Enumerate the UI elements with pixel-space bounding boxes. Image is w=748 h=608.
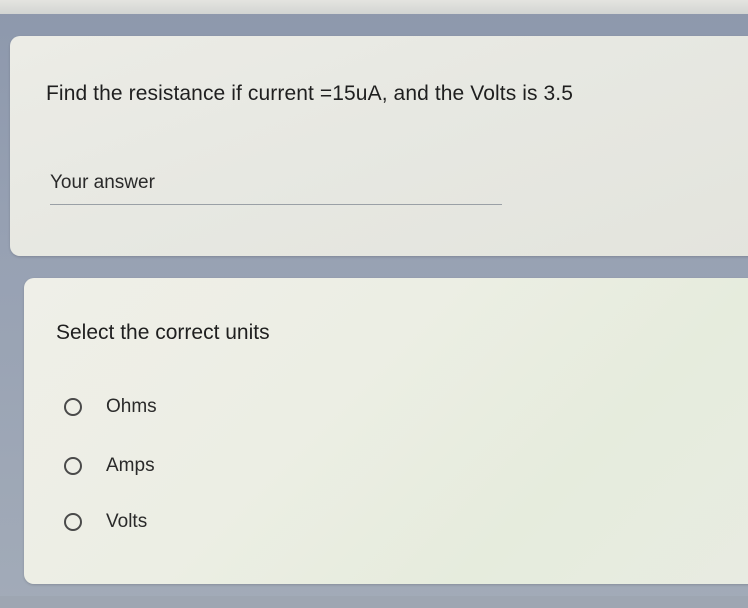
option-label: Amps (106, 455, 155, 476)
answer-input-underline (50, 204, 502, 205)
top-edge (0, 0, 748, 14)
radio-button[interactable] (64, 457, 82, 475)
radio-button[interactable] (64, 398, 82, 416)
bottom-edge (0, 596, 748, 608)
multiple-choice-question-card: Select the correct units Ohms Amps Volts (24, 278, 748, 584)
option-amps[interactable]: Amps (64, 455, 155, 477)
question-title: Find the resistance if current =15uA, an… (46, 82, 574, 105)
short-answer-question-card: Find the resistance if current =15uA, an… (10, 36, 748, 256)
answer-input[interactable]: Your answer (50, 172, 155, 194)
option-label: Ohms (106, 396, 157, 417)
option-label: Volts (106, 511, 148, 532)
option-ohms[interactable]: Ohms (64, 396, 157, 418)
question-title: Select the correct units (56, 321, 270, 344)
option-volts[interactable]: Volts (64, 511, 147, 533)
radio-button[interactable] (64, 513, 82, 531)
